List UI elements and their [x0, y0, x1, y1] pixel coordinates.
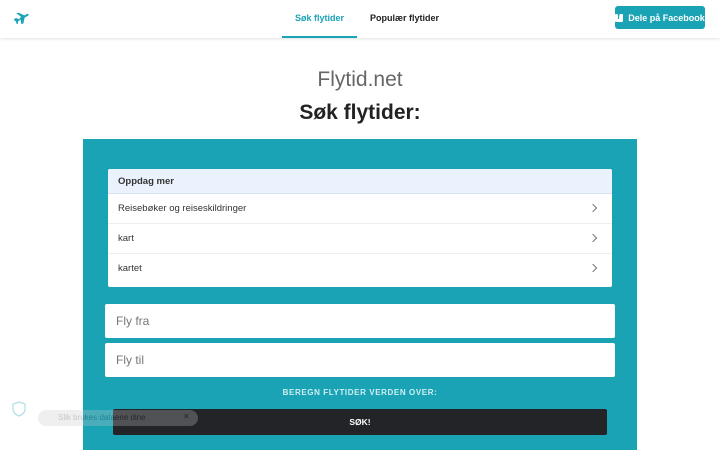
fly-from-input[interactable]: [105, 304, 615, 338]
share-facebook-button[interactable]: Dele på Facebook: [615, 6, 705, 29]
tab-search-flight-times[interactable]: Søk flytider: [282, 0, 358, 38]
discover-item-label: kart: [118, 233, 134, 244]
shield-icon[interactable]: [12, 401, 26, 417]
page-title: Søk flytider:: [299, 101, 421, 124]
calculate-label: BEREGN FLYTIDER VERDEN OVER:: [282, 388, 438, 397]
airplane-logo-icon[interactable]: [13, 10, 29, 26]
chevron-right-icon: [588, 203, 598, 213]
discover-item-travel-books[interactable]: Reisebøker og reiseskildringer: [108, 194, 612, 224]
facebook-icon: [615, 12, 624, 22]
fly-to-input[interactable]: [105, 343, 615, 377]
chevron-right-icon: [588, 263, 598, 273]
close-icon[interactable]: ✕: [183, 412, 190, 421]
discover-more-box: Oppdag mer Reisebøker og reiseskildringe…: [108, 169, 612, 287]
discover-item-the-map[interactable]: kartet: [108, 254, 612, 284]
discover-item-map[interactable]: kart: [108, 224, 612, 254]
consent-title: Slik brukes dataene dine: [58, 413, 146, 422]
discover-item-label: Reisebøker og reiseskildringer: [118, 203, 247, 214]
main-tabs: Søk flytider Populær flytider: [282, 0, 452, 38]
consent-banner: Slik brukes dataene dine ✕: [38, 410, 198, 450]
top-navbar: Søk flytider Populær flytider Dele på Fa…: [0, 0, 720, 38]
chevron-right-icon: [588, 233, 598, 243]
discover-item-label: kartet: [118, 263, 142, 274]
tab-popular-flight-times[interactable]: Populær flytider: [357, 0, 452, 38]
discover-heading: Oppdag mer: [108, 169, 612, 194]
share-facebook-label: Dele på Facebook: [628, 12, 705, 23]
site-title: Flytid.net: [317, 68, 403, 91]
